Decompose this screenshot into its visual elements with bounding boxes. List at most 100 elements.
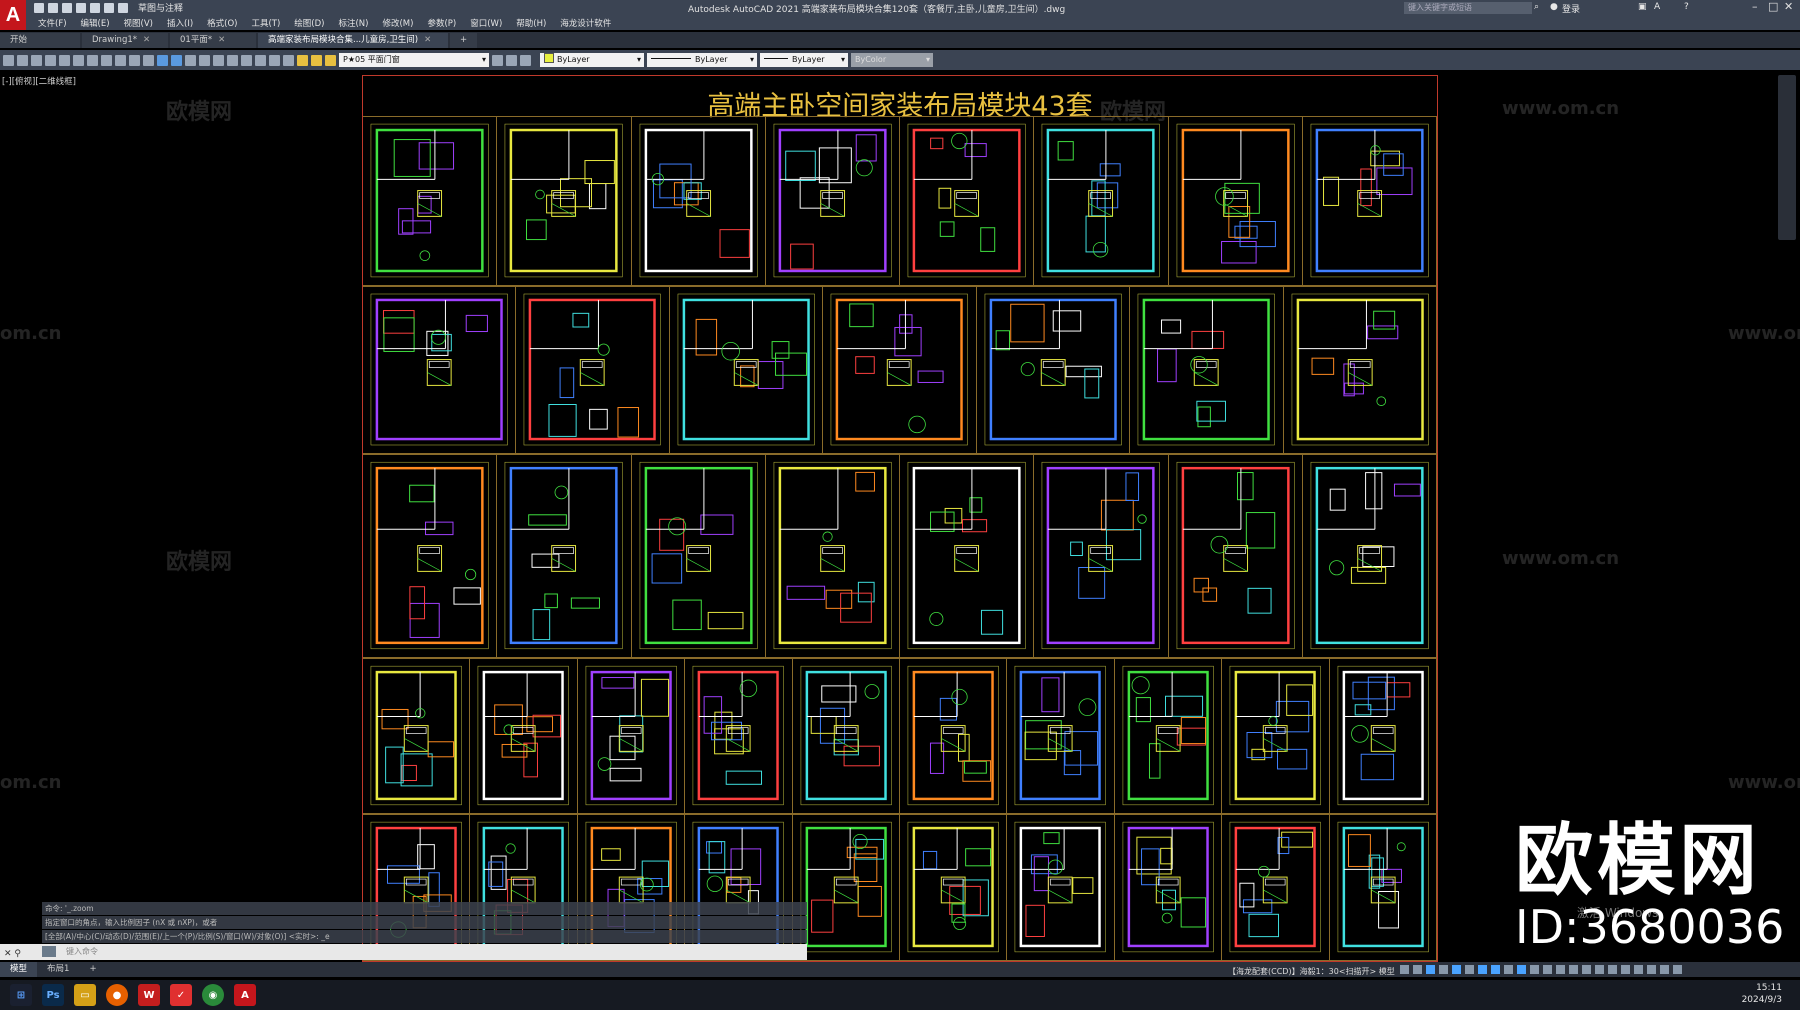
print-icon[interactable] <box>90 2 100 13</box>
ortho-icon[interactable] <box>1426 965 1435 974</box>
viewport-controls[interactable]: [-][俯视][二维线框] <box>2 75 76 87</box>
osnap-icon[interactable] <box>1452 965 1461 974</box>
zoom-previous-icon[interactable] <box>227 54 238 66</box>
maximize-icon[interactable]: □ <box>1768 0 1778 13</box>
open-icon[interactable] <box>48 2 58 13</box>
menu-item[interactable]: 窗口(W) <box>470 17 502 29</box>
new-tab-icon[interactable]: + <box>450 33 478 48</box>
polar-icon[interactable] <box>1439 965 1448 974</box>
annotation-visibility-icon[interactable] <box>1530 965 1539 974</box>
menu-item[interactable]: 格式(O) <box>207 17 237 29</box>
tool-palettes-icon[interactable] <box>269 54 280 66</box>
zoom-icon[interactable] <box>199 54 210 66</box>
floor-plan-module[interactable] <box>577 658 686 814</box>
file-explorer-icon[interactable]: ▭ <box>74 984 96 1006</box>
command-prompt-icon[interactable] <box>42 946 56 957</box>
annotation-scale-icon[interactable] <box>1517 965 1526 974</box>
menu-item[interactable]: 视图(V) <box>124 17 153 29</box>
floor-plan-module[interactable] <box>1130 286 1284 454</box>
floor-plan-module[interactable] <box>363 454 498 658</box>
floor-plan-module[interactable] <box>823 286 977 454</box>
dynamic-input-icon[interactable] <box>1478 965 1487 974</box>
floor-plan-module[interactable] <box>900 454 1035 658</box>
new-icon[interactable] <box>3 54 14 66</box>
floor-plan-module[interactable] <box>1168 116 1303 286</box>
undo-icon[interactable] <box>104 2 114 13</box>
floor-plan-module[interactable] <box>497 116 632 286</box>
search-input[interactable]: 键入关键字或短语 <box>1404 2 1532 14</box>
layer-lock-icon[interactable] <box>325 54 336 66</box>
lineweight-icon[interactable] <box>1491 965 1500 974</box>
floor-plan-module[interactable] <box>792 814 900 961</box>
floor-plan-module[interactable] <box>470 658 578 814</box>
color-dropdown[interactable]: ByLayer <box>540 53 644 67</box>
floor-plan-module[interactable] <box>1302 454 1437 658</box>
menu-item[interactable]: 海龙设计软件 <box>560 17 611 29</box>
tab-close-icon[interactable]: ✕ <box>218 35 225 45</box>
floor-plan-module[interactable] <box>1222 658 1330 814</box>
floor-plan-module[interactable] <box>1329 814 1437 961</box>
menu-item[interactable]: 文件(F) <box>38 17 67 29</box>
wps-icon[interactable]: W <box>138 984 160 1006</box>
floor-plan-module[interactable] <box>1114 814 1223 961</box>
floor-plan-module[interactable] <box>497 454 632 658</box>
publish-icon[interactable] <box>73 54 84 66</box>
plotstyle-dropdown[interactable]: ByColor <box>851 53 933 67</box>
pan-icon[interactable] <box>185 54 196 66</box>
floor-plan-module[interactable] <box>1007 814 1115 961</box>
save-as-icon[interactable] <box>76 2 86 13</box>
add-layout-icon[interactable]: + <box>79 962 106 977</box>
menu-item[interactable]: 帮助(H) <box>516 17 546 29</box>
annotation-monitor-icon[interactable] <box>1556 965 1565 974</box>
layer-freeze-icon[interactable] <box>311 54 322 66</box>
floor-plan-module[interactable] <box>1007 658 1115 814</box>
floor-plan-module[interactable] <box>669 286 824 454</box>
copy-icon[interactable] <box>101 54 112 66</box>
close-icon[interactable]: ✕ <box>1784 0 1793 13</box>
menu-item[interactable]: 插入(I) <box>167 17 193 29</box>
minimize-icon[interactable]: – <box>1752 0 1758 13</box>
layer-manager-icon[interactable] <box>283 54 294 66</box>
match-properties-icon[interactable] <box>129 54 140 66</box>
layer-dropdown[interactable]: P★05 平面门窗 <box>339 53 489 67</box>
floor-plan-module[interactable] <box>1034 116 1169 286</box>
save-icon[interactable] <box>31 54 42 66</box>
floor-plan-module[interactable] <box>363 658 471 814</box>
lineweight-dropdown[interactable]: ByLayer <box>760 53 848 67</box>
floor-plan-module[interactable] <box>1283 286 1437 454</box>
floor-plan-module[interactable] <box>792 658 900 814</box>
floor-plan-module[interactable] <box>765 454 900 658</box>
menu-item[interactable]: 编辑(E) <box>81 17 110 29</box>
close-command-icon[interactable]: ✕ ⚲ <box>4 946 21 962</box>
floor-plan-module[interactable] <box>685 658 793 814</box>
floor-plan-module[interactable] <box>1329 658 1437 814</box>
login-link[interactable]: 登录 <box>1562 2 1580 15</box>
floor-plan-module[interactable] <box>1302 116 1437 286</box>
properties-icon[interactable] <box>241 54 252 66</box>
otrack-icon[interactable] <box>1465 965 1474 974</box>
layer-states-icon[interactable] <box>520 54 531 66</box>
command-input[interactable]: ✕ ⚲ 键入命令 <box>0 944 807 960</box>
units-icon[interactable] <box>1569 965 1578 974</box>
layer-on-icon[interactable] <box>297 54 308 66</box>
preview-icon[interactable] <box>59 54 70 66</box>
system-clock[interactable]: 15:11 2024/9/3 <box>1742 982 1782 1006</box>
floor-plan-module[interactable] <box>631 454 766 658</box>
workspace-icon[interactable] <box>1543 965 1552 974</box>
linetype-dropdown[interactable]: ByLayer <box>647 53 757 67</box>
windows-start-icon[interactable]: ⊞ <box>10 984 32 1006</box>
floor-plan-module[interactable] <box>516 286 670 454</box>
tab-layout1[interactable]: 布局1 <box>37 962 79 977</box>
cart-icon[interactable]: ▣ <box>1638 2 1647 12</box>
redo-icon[interactable] <box>118 2 128 13</box>
save-icon[interactable] <box>62 2 72 13</box>
help-icon[interactable]: ? <box>1684 2 1689 12</box>
firefox-icon[interactable]: ● <box>106 984 128 1006</box>
floor-plan-module[interactable] <box>1168 454 1303 658</box>
navigation-bar[interactable] <box>1778 75 1796 240</box>
floor-plan-module[interactable] <box>1114 658 1223 814</box>
floor-plan-module[interactable] <box>765 116 900 286</box>
snap-icon[interactable] <box>1413 965 1422 974</box>
tab-close-icon[interactable]: ✕ <box>143 35 150 45</box>
user-icon[interactable]: ● <box>1550 2 1558 12</box>
